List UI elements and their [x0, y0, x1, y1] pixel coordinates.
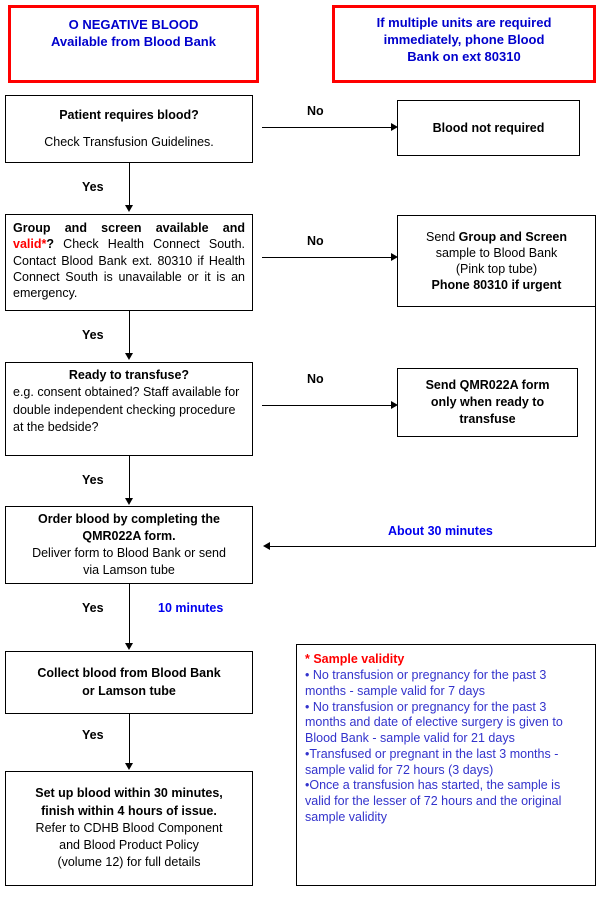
banner-o-negative-blood: O NEGATIVE BLOOD Available from Blood Ba…: [8, 5, 259, 83]
edge-yes-4-line: [129, 584, 130, 646]
node-send-group-screen-line3: (Pink top tube): [455, 262, 538, 276]
node-group-and-screen-red-word: valid*: [13, 237, 47, 252]
node-order-blood-body-line1: Deliver form to Blood Bank or send: [32, 546, 226, 560]
edge-no-1-arrowhead: [391, 123, 398, 131]
edge-about-30-minutes-horizontal: [270, 546, 596, 547]
node-blood-not-required: Blood not required: [397, 100, 580, 156]
node-collect-blood-line1: Collect blood from Blood Bank: [37, 666, 221, 681]
node-set-up-blood-bold-line1: Set up blood within 30 minutes,: [35, 786, 223, 801]
note-sample-validity-bullet-4: •Once a transfusion has started, the sam…: [305, 778, 562, 824]
node-send-qmr-form-line1: Send QMR022A form: [425, 377, 550, 392]
edge-label-about-30-minutes: About 30 minutes: [388, 524, 493, 538]
banner-multiple-units: If multiple units are required immediate…: [332, 5, 596, 83]
edge-label-10-minutes: 10 minutes: [158, 601, 224, 615]
edge-yes-2-arrowhead: [125, 353, 133, 360]
banner-o-negative-line1: O NEGATIVE BLOOD: [68, 17, 199, 32]
node-patient-requires-blood-body: Check Transfusion Guidelines.: [44, 135, 214, 149]
edge-no-2-arrowhead: [391, 253, 398, 261]
edge-label-yes-4: Yes: [82, 601, 104, 615]
node-group-and-screen: Group and screen available and valid*? C…: [5, 214, 253, 311]
edge-label-no-2: No: [307, 234, 324, 248]
edge-label-no-1: No: [307, 104, 324, 118]
node-blood-not-required-title: Blood not required: [432, 121, 545, 135]
note-sample-validity-heading: * Sample validity: [305, 652, 405, 666]
edge-about-30-minutes-vertical: [595, 307, 596, 547]
edge-label-yes-3: Yes: [82, 473, 104, 487]
node-order-blood-bold-line2: QMR022A form.: [82, 528, 176, 543]
node-send-group-screen-line1-bold: Group and Screen: [458, 229, 568, 244]
node-group-and-screen-bold-lead: Group and screen available and: [13, 221, 245, 235]
node-patient-requires-blood: Patient requires blood? Check Transfusio…: [5, 95, 253, 163]
node-send-group-screen: Send Group and Screen sample to Blood Ba…: [397, 215, 596, 307]
node-collect-blood-line2: or Lamson tube: [82, 683, 176, 698]
edge-no-2-line: [262, 257, 392, 258]
node-collect-blood: Collect blood from Blood Bank or Lamson …: [5, 651, 253, 714]
node-send-group-screen-line4: Phone 80310 if urgent: [431, 278, 562, 293]
node-set-up-blood-body-line3: (volume 12) for full details: [57, 855, 201, 870]
node-set-up-blood-body-line1: Refer to CDHB Blood Component: [35, 820, 223, 835]
node-set-up-blood-bold-line2: finish within 4 hours of issue.: [41, 803, 217, 818]
banner-multiple-units-line1: If multiple units are required: [376, 15, 552, 30]
note-sample-validity-bullet-1: • No transfusion or pregnancy for the pa…: [305, 668, 547, 698]
edge-yes-2-line: [129, 311, 130, 356]
edge-label-yes-1: Yes: [82, 180, 104, 194]
node-patient-requires-blood-title: Patient requires blood?: [59, 107, 199, 122]
node-group-and-screen-text: Group and screen available and valid*? C…: [13, 220, 245, 301]
edge-label-yes-5: Yes: [82, 728, 104, 742]
edge-yes-3-arrowhead: [125, 498, 133, 505]
note-sample-validity: * Sample validity • No transfusion or pr…: [296, 644, 596, 886]
node-group-and-screen-question-mark: ?: [46, 237, 54, 252]
banner-o-negative-line2: Available from Blood Bank: [51, 33, 216, 49]
node-set-up-blood: Set up blood within 30 minutes, finish w…: [5, 771, 253, 886]
note-sample-validity-bullet-3: •Transfused or pregnant in the last 3 mo…: [305, 746, 559, 777]
node-send-qmr-form-line3: transfuse: [459, 412, 516, 427]
node-send-qmr-form-line2: only when ready to: [430, 394, 545, 409]
edge-yes-1-arrowhead: [125, 205, 133, 212]
flowchart-canvas: O NEGATIVE BLOOD Available from Blood Ba…: [0, 0, 604, 897]
edge-no-3-arrowhead: [391, 401, 398, 409]
node-order-blood-body-line2: via Lamson tube: [83, 563, 175, 578]
node-ready-to-transfuse-title: Ready to transfuse?: [68, 368, 190, 382]
node-order-blood: Order blood by completing the QMR022A fo…: [5, 506, 253, 584]
node-set-up-blood-body-line2: and Blood Product Policy: [59, 838, 199, 853]
edge-no-1-line: [262, 127, 392, 128]
edge-label-no-3: No: [307, 372, 324, 386]
edge-label-yes-2: Yes: [82, 328, 104, 342]
node-ready-to-transfuse: Ready to transfuse? e.g. consent obtaine…: [5, 362, 253, 456]
edge-yes-5-arrowhead: [125, 763, 133, 770]
banner-multiple-units-line3: Bank on ext 80310: [407, 48, 521, 64]
node-ready-to-transfuse-body: e.g. consent obtained? Staff available f…: [13, 385, 240, 434]
edge-no-3-line: [262, 405, 392, 406]
node-send-qmr-form: Send QMR022A form only when ready to tra…: [397, 368, 578, 437]
node-send-group-screen-line2: sample to Blood Bank: [435, 245, 558, 260]
note-sample-validity-bullet-2: • No transfusion or pregnancy for the pa…: [305, 699, 563, 746]
edge-yes-1-line: [129, 163, 130, 208]
node-send-group-screen-line1: Send Group and Screen: [404, 229, 589, 245]
edge-yes-5-line: [129, 714, 130, 766]
edge-about-30-minutes-arrowhead: [263, 542, 270, 550]
node-send-group-screen-line1-prefix: Send: [425, 229, 459, 244]
node-order-blood-bold-line1: Order blood by completing the: [38, 511, 220, 526]
banner-multiple-units-line2: immediately, phone Blood: [383, 31, 545, 47]
edge-yes-4-arrowhead: [125, 643, 133, 650]
edge-yes-3-line: [129, 456, 130, 501]
